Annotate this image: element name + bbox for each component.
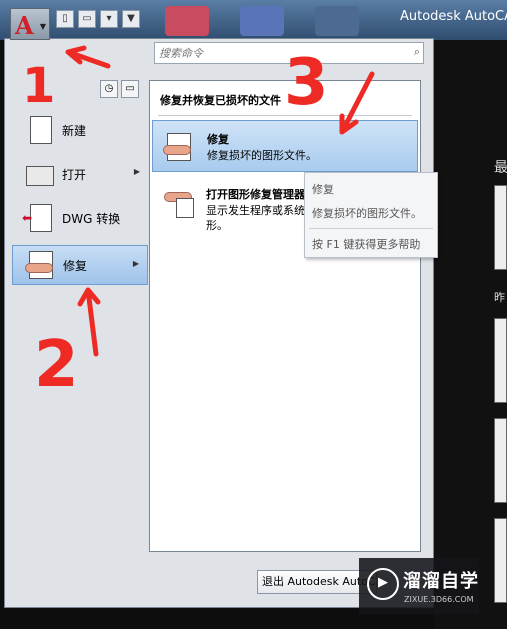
play-logo-icon — [367, 568, 399, 600]
recent-thumbnail[interactable] — [494, 518, 507, 603]
menu-item-repair[interactable]: 修复 ▶ — [12, 245, 148, 285]
menu-item-new[interactable]: 新建 — [12, 110, 148, 150]
recent-documents-icon[interactable]: ◷ — [100, 80, 118, 98]
recent-thumbnail[interactable] — [494, 185, 507, 270]
watermark-url: ZIXUE.3D66.COM — [404, 595, 474, 604]
window-title: Autodesk AutoCAD — [400, 9, 507, 24]
menu-item-label: DWG 转换 — [62, 211, 121, 226]
menu-item-dwg-convert[interactable]: DWG 转换 — [12, 198, 148, 238]
menu-item-label: 打开 — [62, 167, 87, 182]
search-input[interactable] — [155, 43, 403, 63]
tooltip-help: 按 F1 键获得更多帮助 — [312, 238, 421, 251]
submenu-item-title: 修复 — [207, 133, 229, 146]
quick-access-toolbar: ▯ ▭ ▾ ▼ — [56, 10, 140, 32]
application-menu-button[interactable]: A ▼ — [10, 8, 50, 40]
background-tab — [240, 6, 284, 36]
autocad-logo-icon: A — [15, 11, 34, 40]
chevron-down-icon: ▼ — [39, 22, 46, 31]
open-folder-icon[interactable]: ▭ — [78, 10, 96, 28]
new-document-icon — [24, 114, 56, 146]
drawing-recovery-manager-icon — [162, 186, 194, 218]
open-folder-icon — [24, 158, 56, 190]
recent-thumbnail[interactable] — [494, 318, 507, 403]
search-icon[interactable]: ⌕ — [414, 45, 420, 59]
repair-icon — [163, 131, 195, 163]
watermark-name: 溜溜自学 — [403, 571, 479, 592]
save-icon[interactable]: ▾ — [100, 10, 118, 28]
tooltip: 修复 修复损坏的图形文件。 按 F1 键获得更多帮助 — [304, 172, 438, 258]
dwg-convert-icon — [22, 202, 56, 234]
chevron-right-icon: ▶ — [132, 259, 139, 268]
repair-submenu: 修复并恢复已损坏的文件 修复 修复损坏的图形文件。 打开图形修复管理器 显示发生… — [149, 80, 421, 552]
open-documents-icon[interactable]: ▭ — [121, 80, 139, 98]
menu-item-open[interactable]: 打开 ▶ — [12, 154, 148, 194]
search-field[interactable]: ⌕ — [154, 42, 424, 64]
recent-label: 最 — [494, 160, 507, 176]
submenu-item-recover[interactable]: 修复 修复损坏的图形文件。 — [152, 120, 418, 172]
repair-icon — [25, 249, 57, 281]
menu-item-label: 新建 — [62, 123, 87, 138]
submenu-item-description: 修复损坏的图形文件。 — [207, 149, 317, 162]
chevron-right-icon: ▶ — [133, 167, 140, 176]
background-tab — [315, 6, 359, 36]
submenu-title: 修复并恢复已损坏的文件 — [160, 94, 281, 107]
tooltip-title: 修复 — [312, 183, 334, 196]
divider — [158, 115, 412, 116]
yesterday-label: 昨 — [494, 291, 505, 304]
tooltip-description: 修复损坏的图形文件。 — [312, 207, 422, 220]
recent-view-toggles: ◷ ▭ — [100, 80, 139, 98]
background-tab — [165, 6, 209, 36]
new-file-icon[interactable]: ▯ — [56, 10, 74, 28]
menu-item-label: 修复 — [63, 258, 88, 273]
watermark: 溜溜自学 ZIXUE.3D66.COM — [359, 558, 479, 614]
submenu-item-title: 打开图形修复管理器 — [206, 188, 305, 201]
recent-thumbnail[interactable] — [494, 418, 507, 503]
divider — [309, 228, 433, 229]
customize-toolbar-icon[interactable]: ▼ — [122, 10, 140, 28]
